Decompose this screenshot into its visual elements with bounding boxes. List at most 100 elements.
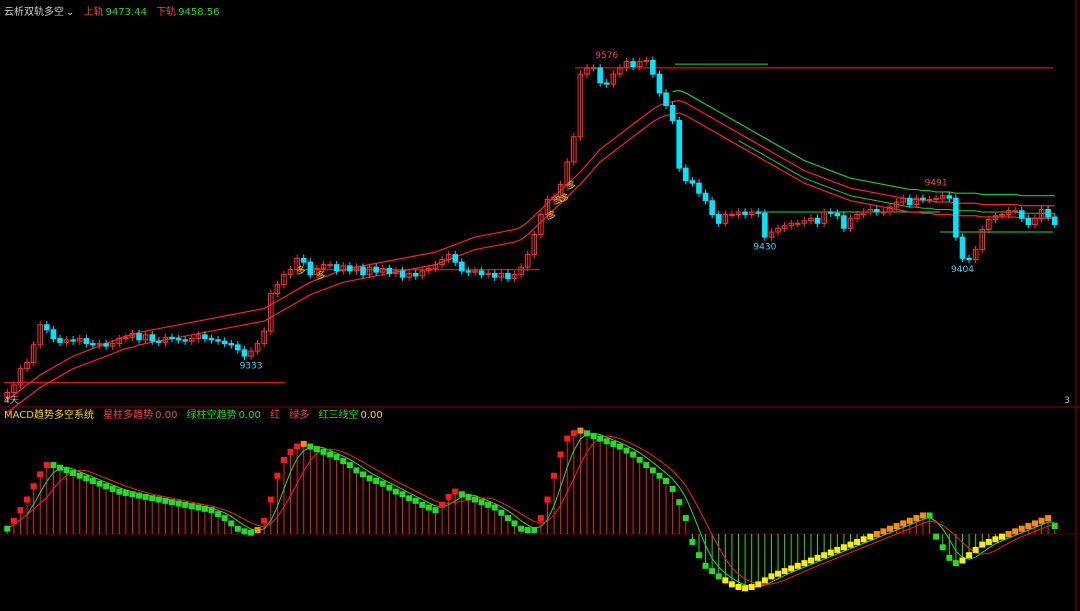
macd-dot: [893, 523, 900, 530]
macd-dot: [794, 562, 801, 569]
candle-body: [215, 339, 221, 342]
candle-body: [90, 343, 96, 346]
macd-dot: [373, 478, 380, 484]
macd-dot: [458, 491, 465, 498]
macd-dot: [775, 570, 782, 577]
candle-body: [57, 338, 63, 343]
macd-name[interactable]: MACD趋势多空系统: [4, 410, 94, 421]
macd-dot: [656, 472, 663, 479]
macd-dot: [478, 499, 485, 506]
macd-dot: [472, 496, 479, 503]
macd-dot: [188, 503, 195, 510]
macd-item-label: 绿多: [289, 410, 310, 421]
macd-dot: [511, 520, 518, 527]
signal-label: 多: [567, 179, 576, 191]
macd-dot: [307, 443, 314, 450]
macd-dot: [195, 504, 202, 511]
indicator-name[interactable]: 云析双轨多空: [4, 7, 64, 18]
candle-body: [1025, 217, 1032, 226]
candle-body: [630, 61, 636, 68]
signal-label: 多: [297, 265, 306, 277]
candle-body: [491, 272, 498, 278]
macd-dot: [1045, 515, 1052, 522]
macd-dot: [702, 562, 709, 569]
macd-dot: [96, 480, 103, 487]
candle-body: [412, 272, 419, 277]
macd-dot: [682, 515, 689, 522]
macd-dot: [142, 493, 149, 500]
candle-body: [228, 343, 235, 346]
macd-dot: [261, 517, 268, 524]
macd-dot: [959, 557, 966, 564]
macd-dot: [1012, 528, 1019, 535]
candle-body: [696, 182, 702, 194]
candle-body: [880, 211, 887, 214]
candle-body: [360, 266, 366, 276]
macd-dot: [17, 507, 24, 514]
chevron-down-icon[interactable]: ⌄: [66, 7, 74, 18]
candle-body: [505, 272, 511, 279]
macd-signal-line: [7, 432, 1055, 588]
macd-dot: [1018, 525, 1025, 532]
macd-dot: [821, 552, 828, 559]
macd-dot: [603, 438, 610, 445]
macd-dot: [788, 565, 795, 572]
price-annotation: 9333: [240, 362, 263, 372]
macd-dot: [583, 430, 590, 437]
macd-dot: [926, 512, 933, 519]
candle-body: [794, 222, 801, 225]
candle-body: [175, 338, 182, 341]
macd-dot: [834, 546, 841, 553]
candle-body: [689, 180, 696, 184]
macd-dot: [50, 462, 57, 469]
macd-dot: [215, 511, 222, 518]
macd-dot: [623, 447, 630, 454]
macd-dot: [900, 520, 907, 527]
macd-dot: [847, 541, 854, 548]
macd-dot: [76, 472, 83, 479]
macd-dot: [946, 554, 953, 561]
candle-body: [841, 215, 847, 229]
macd-dot: [439, 501, 446, 508]
candle-body: [709, 200, 715, 216]
macd-dot: [37, 471, 44, 478]
macd-dot: [10, 517, 17, 524]
macd-dot: [742, 585, 749, 592]
macd-dot: [873, 531, 880, 537]
macd-dot: [24, 496, 31, 503]
macd-dot: [722, 577, 729, 584]
band-line-upper: [672, 89, 1055, 197]
macd-dot: [570, 430, 577, 437]
macd-dot: [392, 488, 399, 495]
macd-dot: [860, 536, 867, 543]
macd-dot: [129, 491, 136, 498]
macd-dot: [175, 500, 182, 507]
macd-dot: [136, 492, 143, 499]
macd-dot: [755, 581, 762, 588]
macd-dot: [952, 560, 959, 567]
candle-body: [834, 212, 841, 217]
macd-dot: [564, 435, 571, 442]
lower-value: 9458.56: [178, 7, 220, 18]
macd-dot: [485, 501, 492, 508]
macd-dot: [577, 427, 584, 434]
macd-dot: [630, 451, 637, 458]
price-annotation: 9430: [753, 243, 776, 253]
candle-body: [590, 67, 597, 70]
macd-dot: [524, 527, 531, 534]
candle-body: [459, 261, 465, 272]
macd-dot: [360, 471, 367, 478]
macd-dot: [327, 451, 334, 458]
signal-label: 多: [316, 270, 325, 282]
candle-body: [221, 340, 228, 345]
candle-body: [959, 236, 966, 259]
macd-dot: [155, 496, 162, 503]
macd-dot: [518, 525, 525, 532]
macd-dot: [248, 529, 255, 536]
macd-dot: [906, 517, 913, 524]
macd-dot: [280, 456, 287, 463]
macd-dot: [406, 495, 413, 502]
candle-body: [83, 338, 90, 345]
candle-body: [656, 73, 663, 94]
candle-body: [827, 211, 834, 214]
